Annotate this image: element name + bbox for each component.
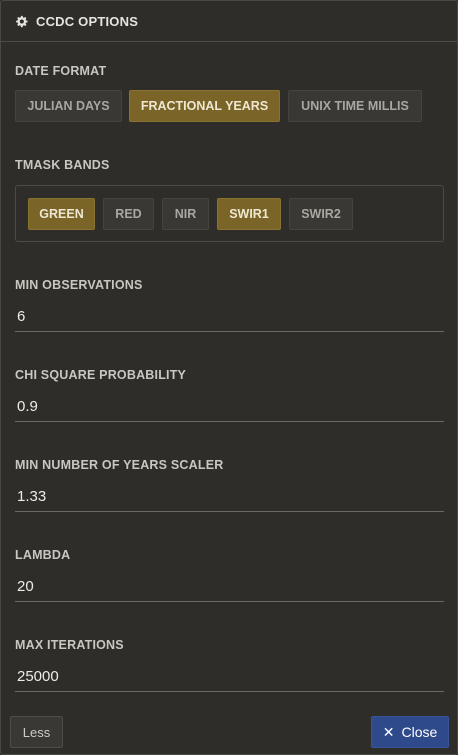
max-iterations-input[interactable]: 25000 [15, 662, 444, 692]
min-observations-input[interactable]: 6 [15, 302, 444, 332]
gear-icon [15, 15, 28, 28]
chi-square-probability-input[interactable]: 0.9 [15, 392, 444, 422]
band-nir[interactable]: NIR [162, 198, 209, 230]
date-format-label: DATE FORMAT [15, 64, 107, 78]
date-format-unix-time-millis[interactable]: UNIX TIME MILLIS [288, 90, 422, 122]
band-green[interactable]: GREEN [28, 198, 95, 230]
panel-header: CCDC OPTIONS [1, 1, 457, 42]
band-red[interactable]: RED [103, 198, 154, 230]
less-button[interactable]: Less [10, 716, 63, 748]
panel-footer: Less ✕ Close [1, 707, 457, 754]
close-icon: ✕ [382, 723, 395, 740]
ccdc-options-panel: CCDC OPTIONS DATE FORMAT JULIAN DAYS FRA… [0, 0, 458, 755]
close-button[interactable]: ✕ Close [371, 716, 449, 748]
date-format-fractional-years[interactable]: FRACTIONAL YEARS [129, 90, 280, 122]
band-swir2[interactable]: SWIR2 [289, 198, 353, 230]
close-button-label: Close [401, 724, 438, 740]
min-observations-label: MIN OBSERVATIONS [15, 278, 143, 292]
min-years-scaler-label: MIN NUMBER OF YEARS SCALER [15, 458, 224, 472]
band-swir1[interactable]: SWIR1 [217, 198, 281, 230]
lambda-label: LAMBDA [15, 548, 71, 562]
tmask-bands-label: TMASK BANDS [15, 158, 110, 172]
min-years-scaler-input[interactable]: 1.33 [15, 482, 444, 512]
panel-title: CCDC OPTIONS [36, 13, 139, 29]
max-iterations-label: MAX ITERATIONS [15, 638, 124, 652]
lambda-input[interactable]: 20 [15, 572, 444, 602]
date-format-julian-days[interactable]: JULIAN DAYS [15, 90, 122, 122]
chi-square-probability-label: CHI SQUARE PROBABILITY [15, 368, 187, 382]
